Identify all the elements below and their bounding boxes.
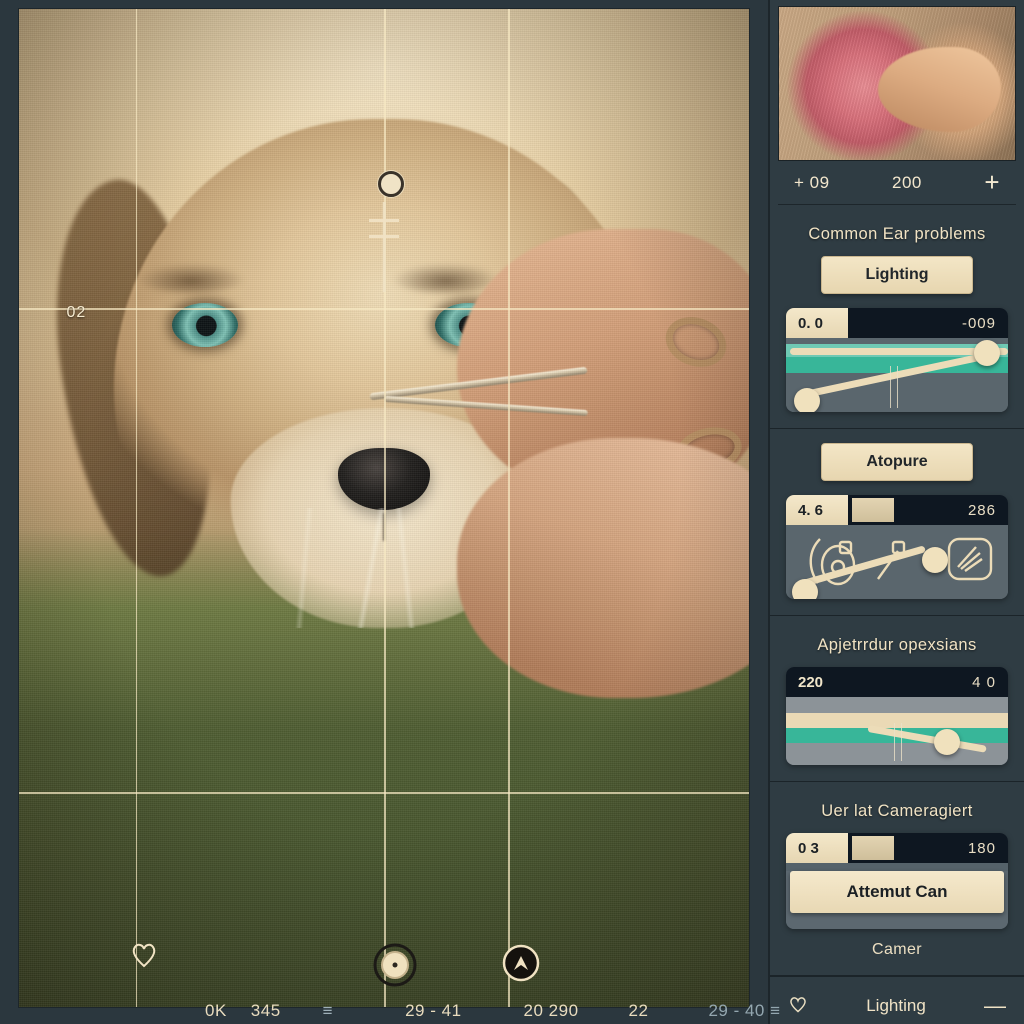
pin-marker-notch-lower — [369, 234, 399, 238]
atopure-thumb-upper[interactable] — [922, 547, 948, 573]
atopure-slider-value[interactable]: 4. 6 — [786, 495, 848, 525]
section-title-camera: Uer lat Cameragiert — [821, 802, 973, 820]
pin-marker-icon[interactable] — [378, 170, 405, 197]
overlay-label: 02 — [66, 304, 87, 322]
heart-icon[interactable] — [129, 939, 159, 969]
aperture-thumb[interactable] — [934, 729, 960, 755]
atopure-thumb-lower[interactable] — [792, 579, 818, 599]
aperture-slider-right-value: 4 0 — [972, 673, 996, 691]
panel-section-camera: Uer lat Cameragiert 0 3 180 Attemut Can … — [770, 782, 1024, 976]
atopure-glyph-group — [809, 537, 993, 586]
lighting-thumb-upper[interactable] — [974, 340, 1000, 366]
image-viewport[interactable]: 02 — [0, 0, 768, 1024]
status-item-4: 20 290 — [523, 1001, 579, 1020]
panel-section-lighting: Common Ear problems Lighting 0. 0 -009 — [770, 205, 1024, 429]
camera-slider-chip — [852, 836, 894, 860]
dial-icon[interactable] — [372, 942, 418, 988]
atopure-slider-chip — [852, 498, 894, 522]
lighting-slider-value[interactable]: 0. 0 — [786, 308, 848, 338]
pin-marker-notch-upper — [369, 218, 399, 222]
camera-slider-right-value: 180 — [967, 839, 996, 857]
aperture-slider-value[interactable]: 220 — [798, 674, 823, 691]
section-title-common-ear-problems: Common Ear problems — [808, 225, 986, 243]
photo-frame: 02 — [18, 8, 750, 1008]
counter-left-value: + 09 — [794, 172, 830, 192]
status-item-5: 22 — [628, 1001, 649, 1020]
aperture-band-gray-top — [786, 697, 1008, 713]
aperture-slider-body[interactable] — [786, 697, 1008, 765]
camera-slider-head: 0 3 180 — [786, 833, 1008, 863]
lighting-tick-pair — [890, 366, 898, 408]
add-icon[interactable]: + — [984, 167, 1000, 198]
panel-counter-row: + 09 200 + — [778, 161, 1016, 205]
right-panel: + 09 200 + Common Ear problems Lighting … — [768, 0, 1024, 1024]
status-bar: 0K 345 ≡ 29 - 41 20 290 22 29 - 40 ≡ — [0, 998, 1024, 1024]
atopure-slider-card[interactable]: 4. 6 286 — [786, 495, 1008, 599]
section-title-aperture: Apjetrrdur opexsians — [817, 636, 977, 654]
camera-slider-card[interactable]: 0 3 180 Attemut Can — [786, 833, 1008, 929]
lighting-slider-card[interactable]: 0. 0 -009 — [786, 308, 1008, 412]
status-item-3: 29 - 41 — [405, 1001, 462, 1020]
status-item-2: ≡ — [322, 1001, 334, 1020]
aperture-tick-pair — [894, 723, 902, 761]
attempt-can-button[interactable]: Attemut Can — [790, 871, 1004, 913]
aperture-slider-head: 220 4 0 — [786, 667, 1008, 697]
status-item-6: 29 - 40 ≡ — [708, 1001, 781, 1020]
counter-center-value: 200 — [892, 172, 922, 192]
aperture-slider-card[interactable]: 220 4 0 — [786, 667, 1008, 765]
lighting-thumb-lower[interactable] — [794, 388, 820, 412]
lighting-pill-button[interactable]: Lighting — [821, 256, 973, 294]
atopure-pill-button[interactable]: Atopure — [821, 443, 973, 481]
panel-section-aperture: Apjetrrdur opexsians 220 4 0 — [770, 616, 1024, 782]
camera-slider-value[interactable]: 0 3 — [786, 833, 848, 863]
panel-section-atopure: Atopure 4. 6 286 — [770, 429, 1024, 616]
lighting-slider-right-value: -009 — [961, 314, 996, 332]
photo-hand-lower — [457, 438, 749, 698]
status-item-0: 0K — [205, 1001, 227, 1020]
panel-thumbnail[interactable] — [778, 6, 1016, 161]
status-item-1: 345 — [250, 1001, 281, 1020]
camera-slider-body[interactable]: Attemut Can — [786, 871, 1008, 929]
atopure-slider-right-value: 286 — [967, 501, 996, 519]
camera-sub-label: Camer — [871, 941, 922, 958]
pin-marker-stem — [382, 201, 386, 292]
compass-icon[interactable] — [501, 943, 541, 983]
app-root: 02 + 09 200 + Common Ear problems Lighti… — [0, 0, 1024, 1024]
lighting-slider-head: 0. 0 -009 — [786, 308, 1008, 338]
photo-canvas — [19, 9, 749, 1007]
lighting-slider-body[interactable] — [786, 338, 1008, 412]
atopure-slider-body[interactable] — [786, 525, 1008, 599]
atopure-slider-head: 4. 6 286 — [786, 495, 1008, 525]
